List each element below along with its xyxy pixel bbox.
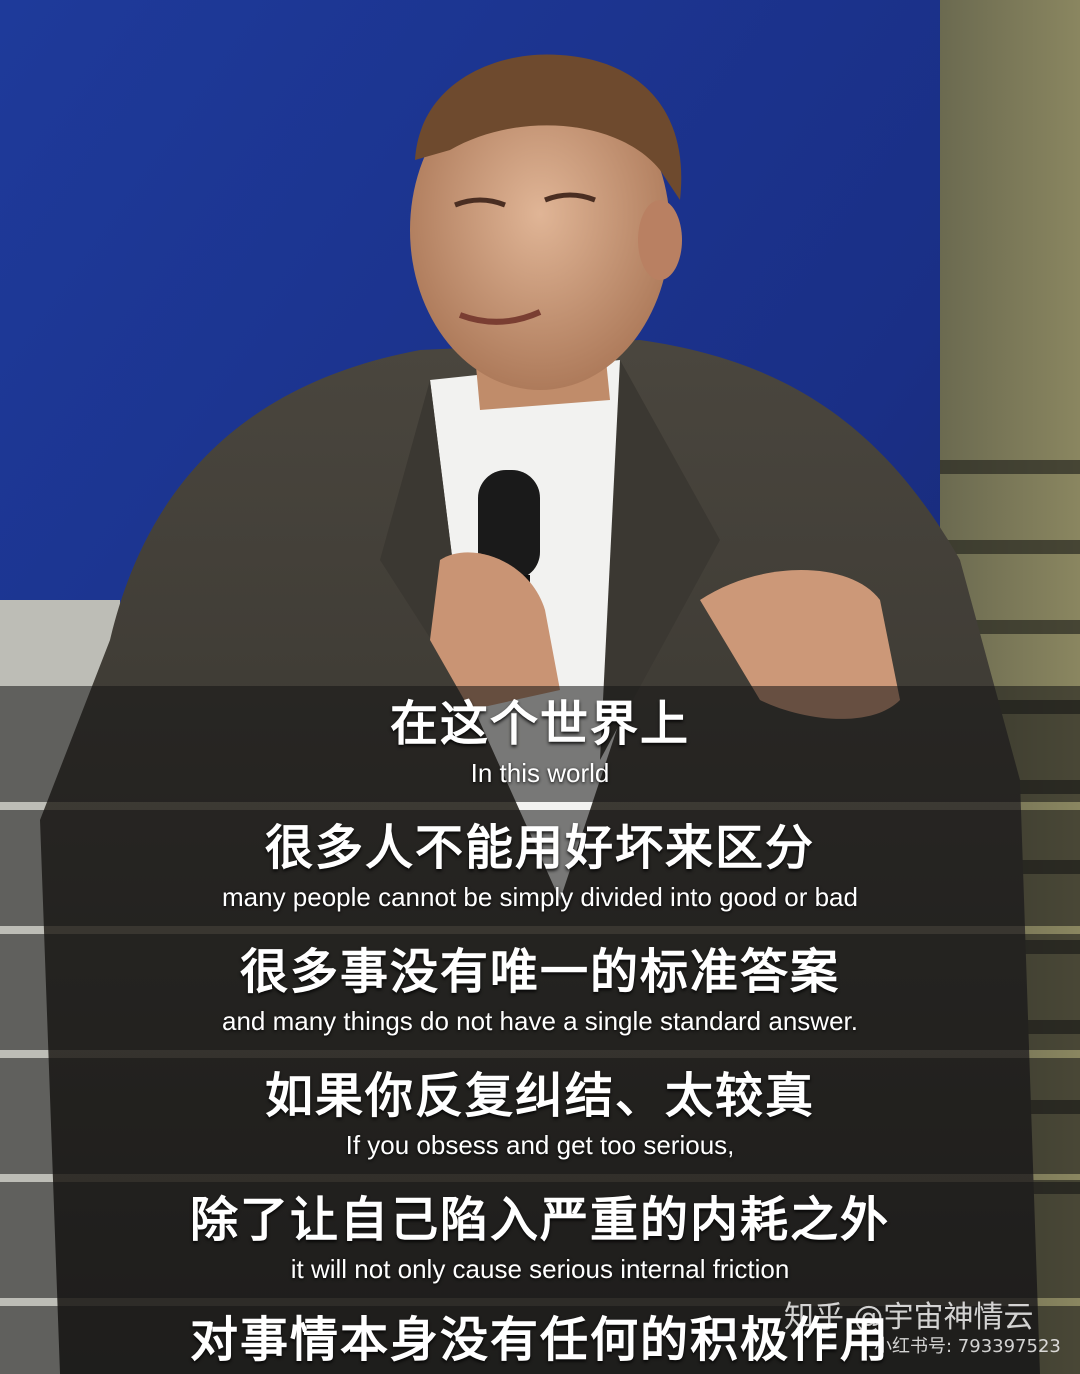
subtitle-en-3: and many things do not have a single sta…	[222, 1006, 858, 1036]
subtitle-band-1: 在这个世界上 In this world	[0, 686, 1080, 802]
subtitle-en-4: If you obsess and get too serious,	[345, 1130, 735, 1160]
subtitle-zh-1: 在这个世界上	[389, 696, 690, 752]
subtitle-zh-3: 很多事没有唯一的标准答案	[239, 944, 840, 1000]
subtitle-band-2: 很多人不能用好坏来区分 many people cannot be simply…	[0, 810, 1080, 926]
subtitle-zh-2: 很多人不能用好坏来区分	[264, 820, 815, 876]
subtitle-zh-4: 如果你反复纠结、太较真	[264, 1068, 815, 1124]
subtitle-en-5: it will not only cause serious internal …	[290, 1254, 790, 1284]
subtitle-zh-5: 除了让自己陷入严重的内耗之外	[189, 1192, 890, 1248]
subtitle-band-4: 如果你反复纠结、太较真 If you obsess and get too se…	[0, 1058, 1080, 1174]
subtitle-en-1: In this world	[470, 758, 610, 788]
watermark-brand: 知乎 @宇宙神情云	[784, 1300, 1034, 1335]
watermark: 知乎 @宇宙神情云 小红书号: 793397523	[784, 1300, 1074, 1370]
subtitle-band-5: 除了让自己陷入严重的内耗之外 it will not only cause se…	[0, 1182, 1080, 1298]
watermark-handle: 小红书号: 793397523	[874, 1336, 1061, 1357]
subtitle-en-2: many people cannot be simply divided int…	[222, 882, 858, 912]
subtitle-band-3: 很多事没有唯一的标准答案 and many things do not have…	[0, 934, 1080, 1050]
